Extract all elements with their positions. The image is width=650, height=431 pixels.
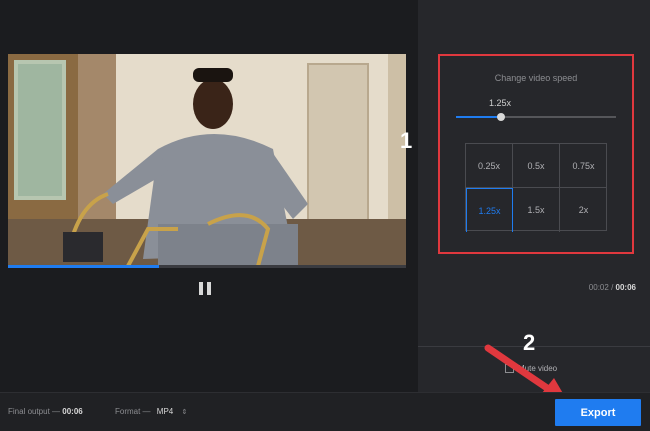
playback-progress-bar[interactable] bbox=[8, 265, 406, 268]
speed-current-value: 1.25x bbox=[489, 98, 512, 108]
speed-slider-thumb[interactable] bbox=[496, 113, 505, 121]
speed-slider-fill bbox=[456, 116, 501, 118]
format-label: Format — bbox=[115, 407, 151, 416]
video-preview[interactable] bbox=[8, 54, 406, 266]
format-value[interactable]: MP4 bbox=[157, 407, 173, 416]
speed-option-0-5x[interactable]: 0.5x bbox=[513, 144, 560, 188]
bottom-bar bbox=[0, 392, 650, 431]
speed-panel-title: Change video speed bbox=[494, 73, 578, 83]
speed-option-0-25x[interactable]: 0.25x bbox=[466, 144, 513, 188]
speed-option-0-75x[interactable]: 0.75x bbox=[560, 144, 607, 188]
final-output: Final output — 00:06 bbox=[8, 407, 83, 416]
final-output-value: 00:06 bbox=[62, 407, 83, 416]
time-separator: / bbox=[611, 283, 614, 292]
format-selector[interactable]: Format — MP4 ⇕ bbox=[115, 407, 187, 416]
speed-options-grid: 0.25x 0.5x 0.75x 1.25x 1.5x 2x bbox=[465, 143, 607, 232]
speed-slider[interactable] bbox=[456, 113, 616, 121]
chevron-updown-icon[interactable]: ⇕ bbox=[181, 409, 187, 416]
time-readout: 00:02 / 00:06 bbox=[589, 283, 636, 292]
pause-icon[interactable] bbox=[199, 282, 213, 295]
speed-option-1-25x[interactable]: 1.25x bbox=[466, 188, 513, 232]
export-button[interactable]: Export bbox=[555, 399, 641, 426]
total-time: 00:06 bbox=[615, 283, 636, 292]
playback-progress-fill bbox=[8, 265, 160, 268]
final-output-label: Final output — bbox=[8, 407, 61, 416]
current-time: 00:02 bbox=[588, 283, 609, 292]
step-1-label: 1 bbox=[400, 128, 413, 153]
video-frame-illustration bbox=[8, 54, 406, 266]
speed-option-2x[interactable]: 2x bbox=[560, 188, 607, 232]
speed-option-1-5x[interactable]: 1.5x bbox=[513, 188, 560, 232]
